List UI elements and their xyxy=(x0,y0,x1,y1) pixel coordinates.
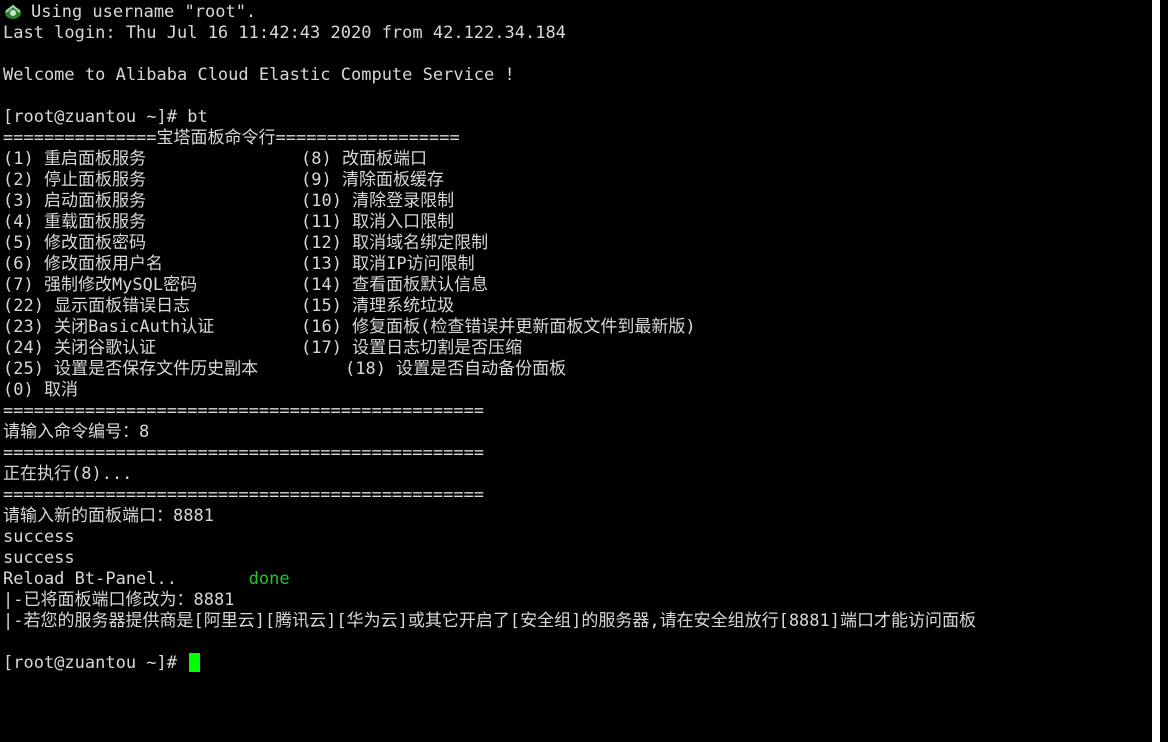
success-line: success xyxy=(3,527,75,547)
terminal-window[interactable]: Using username "root". Last login: Thu J… xyxy=(0,0,1160,742)
current-prompt-line[interactable]: [root@zuantou ~]# xyxy=(3,653,1160,674)
scrollbar[interactable] xyxy=(1152,0,1160,742)
new-port-prompt: 请输入新的面板端口：8881 xyxy=(3,506,214,526)
menu-row: (25) 设置是否保存文件历史副本 (18) 设置是否自动备份面板 xyxy=(3,359,1160,380)
menu-option: (5) 修改面板密码 xyxy=(3,233,146,253)
menu-row: (4) 重载面板服务 (11) 取消入口限制 xyxy=(3,212,1160,233)
reload-line: Reload Bt-Panel.. done xyxy=(3,569,1160,590)
menu-option: (2) 停止面板服务 xyxy=(3,170,146,190)
menu-row: (2) 停止面板服务 (9) 清除面板缓存 xyxy=(3,170,1160,191)
menu-option: (8) 改面板端口 xyxy=(301,149,427,169)
welcome-line: Welcome to Alibaba Cloud Elastic Compute… xyxy=(3,65,515,85)
menu-option: (12) 取消域名绑定限制 xyxy=(301,233,489,253)
success-line: success xyxy=(3,548,75,568)
security-group-note: |-若您的服务器提供商是[阿里云][腾讯云][华为云]或其它开启了[安全组]的服… xyxy=(3,611,976,631)
prompt-command-line: [root@zuantou ~]# bt xyxy=(3,107,208,127)
menu-option: (6) 修改面板用户名 xyxy=(3,254,163,274)
menu-option: (23) 关闭BasicAuth认证 xyxy=(3,317,215,337)
separator-line: ========================================… xyxy=(3,401,485,421)
menu-option: (7) 强制修改MySQL密码 xyxy=(3,275,198,295)
separator-line: ========================================… xyxy=(3,485,485,505)
menu-row: (23) 关闭BasicAuth认证 (16) 修复面板(检查错误并更新面板文件到… xyxy=(3,317,1160,338)
executing-line: 正在执行(8)... xyxy=(3,464,133,484)
menu-option: (1) 重启面板服务 xyxy=(3,149,146,169)
menu-option: (3) 启动面板服务 xyxy=(3,191,146,211)
menu-row: (3) 启动面板服务 (10) 清除登录限制 xyxy=(3,191,1160,212)
menu-option: (25) 设置是否保存文件历史副本 xyxy=(3,359,259,379)
login-user-line: Using username "root". xyxy=(3,2,1160,23)
text-cursor xyxy=(189,653,201,672)
menu-option: (24) 关闭谷歌认证 xyxy=(3,338,157,358)
menu-option: (13) 取消IP访问限制 xyxy=(301,254,475,274)
menu-option: (16) 修复面板(检查错误并更新面板文件到最新版) xyxy=(301,317,696,337)
menu-option: (14) 查看面板默认信息 xyxy=(301,275,489,295)
menu-row: (6) 修改面板用户名 (13) 取消IP访问限制 xyxy=(3,254,1160,275)
menu-row: (1) 重启面板服务 (8) 改面板端口 xyxy=(3,149,1160,170)
menu-option: (22) 显示面板错误日志 xyxy=(3,296,191,316)
putty-icon xyxy=(3,4,23,20)
menu-row: (24) 关闭谷歌认证 (17) 设置日志切割是否压缩 xyxy=(3,338,1160,359)
menu-header: ===============宝塔面板命令行================== xyxy=(3,128,460,148)
menu-option: (11) 取消入口限制 xyxy=(301,212,455,232)
reload-label: Reload Bt-Panel.. xyxy=(3,569,177,589)
menu-option: (10) 清除登录限制 xyxy=(301,191,455,211)
shell-prompt: [root@zuantou ~]# xyxy=(3,653,188,673)
menu-option: (18) 设置是否自动备份面板 xyxy=(345,359,567,379)
menu-row: (5) 修改面板密码 (12) 取消域名绑定限制 xyxy=(3,233,1160,254)
menu-row: (22) 显示面板错误日志 (15) 清理系统垃圾 xyxy=(3,296,1160,317)
menu-option: (17) 设置日志切割是否压缩 xyxy=(301,338,523,358)
menu-cancel-option: (0) 取消 xyxy=(3,380,78,400)
menu-option: (4) 重载面板服务 xyxy=(3,212,146,232)
port-changed-line: |-已将面板端口修改为：8881 xyxy=(3,590,235,610)
command-input-prompt: 请输入命令编号：8 xyxy=(3,422,150,442)
menu-option: (9) 清除面板缓存 xyxy=(301,170,444,190)
menu-row: (7) 强制修改MySQL密码 (14) 查看面板默认信息 xyxy=(3,275,1160,296)
last-login-line: Last login: Thu Jul 16 11:42:43 2020 fro… xyxy=(3,23,566,43)
login-user-text: Using username "root". xyxy=(31,2,257,22)
menu-option: (15) 清理系统垃圾 xyxy=(301,296,455,316)
reload-status: done xyxy=(248,569,290,589)
separator-line: ========================================… xyxy=(3,443,485,463)
